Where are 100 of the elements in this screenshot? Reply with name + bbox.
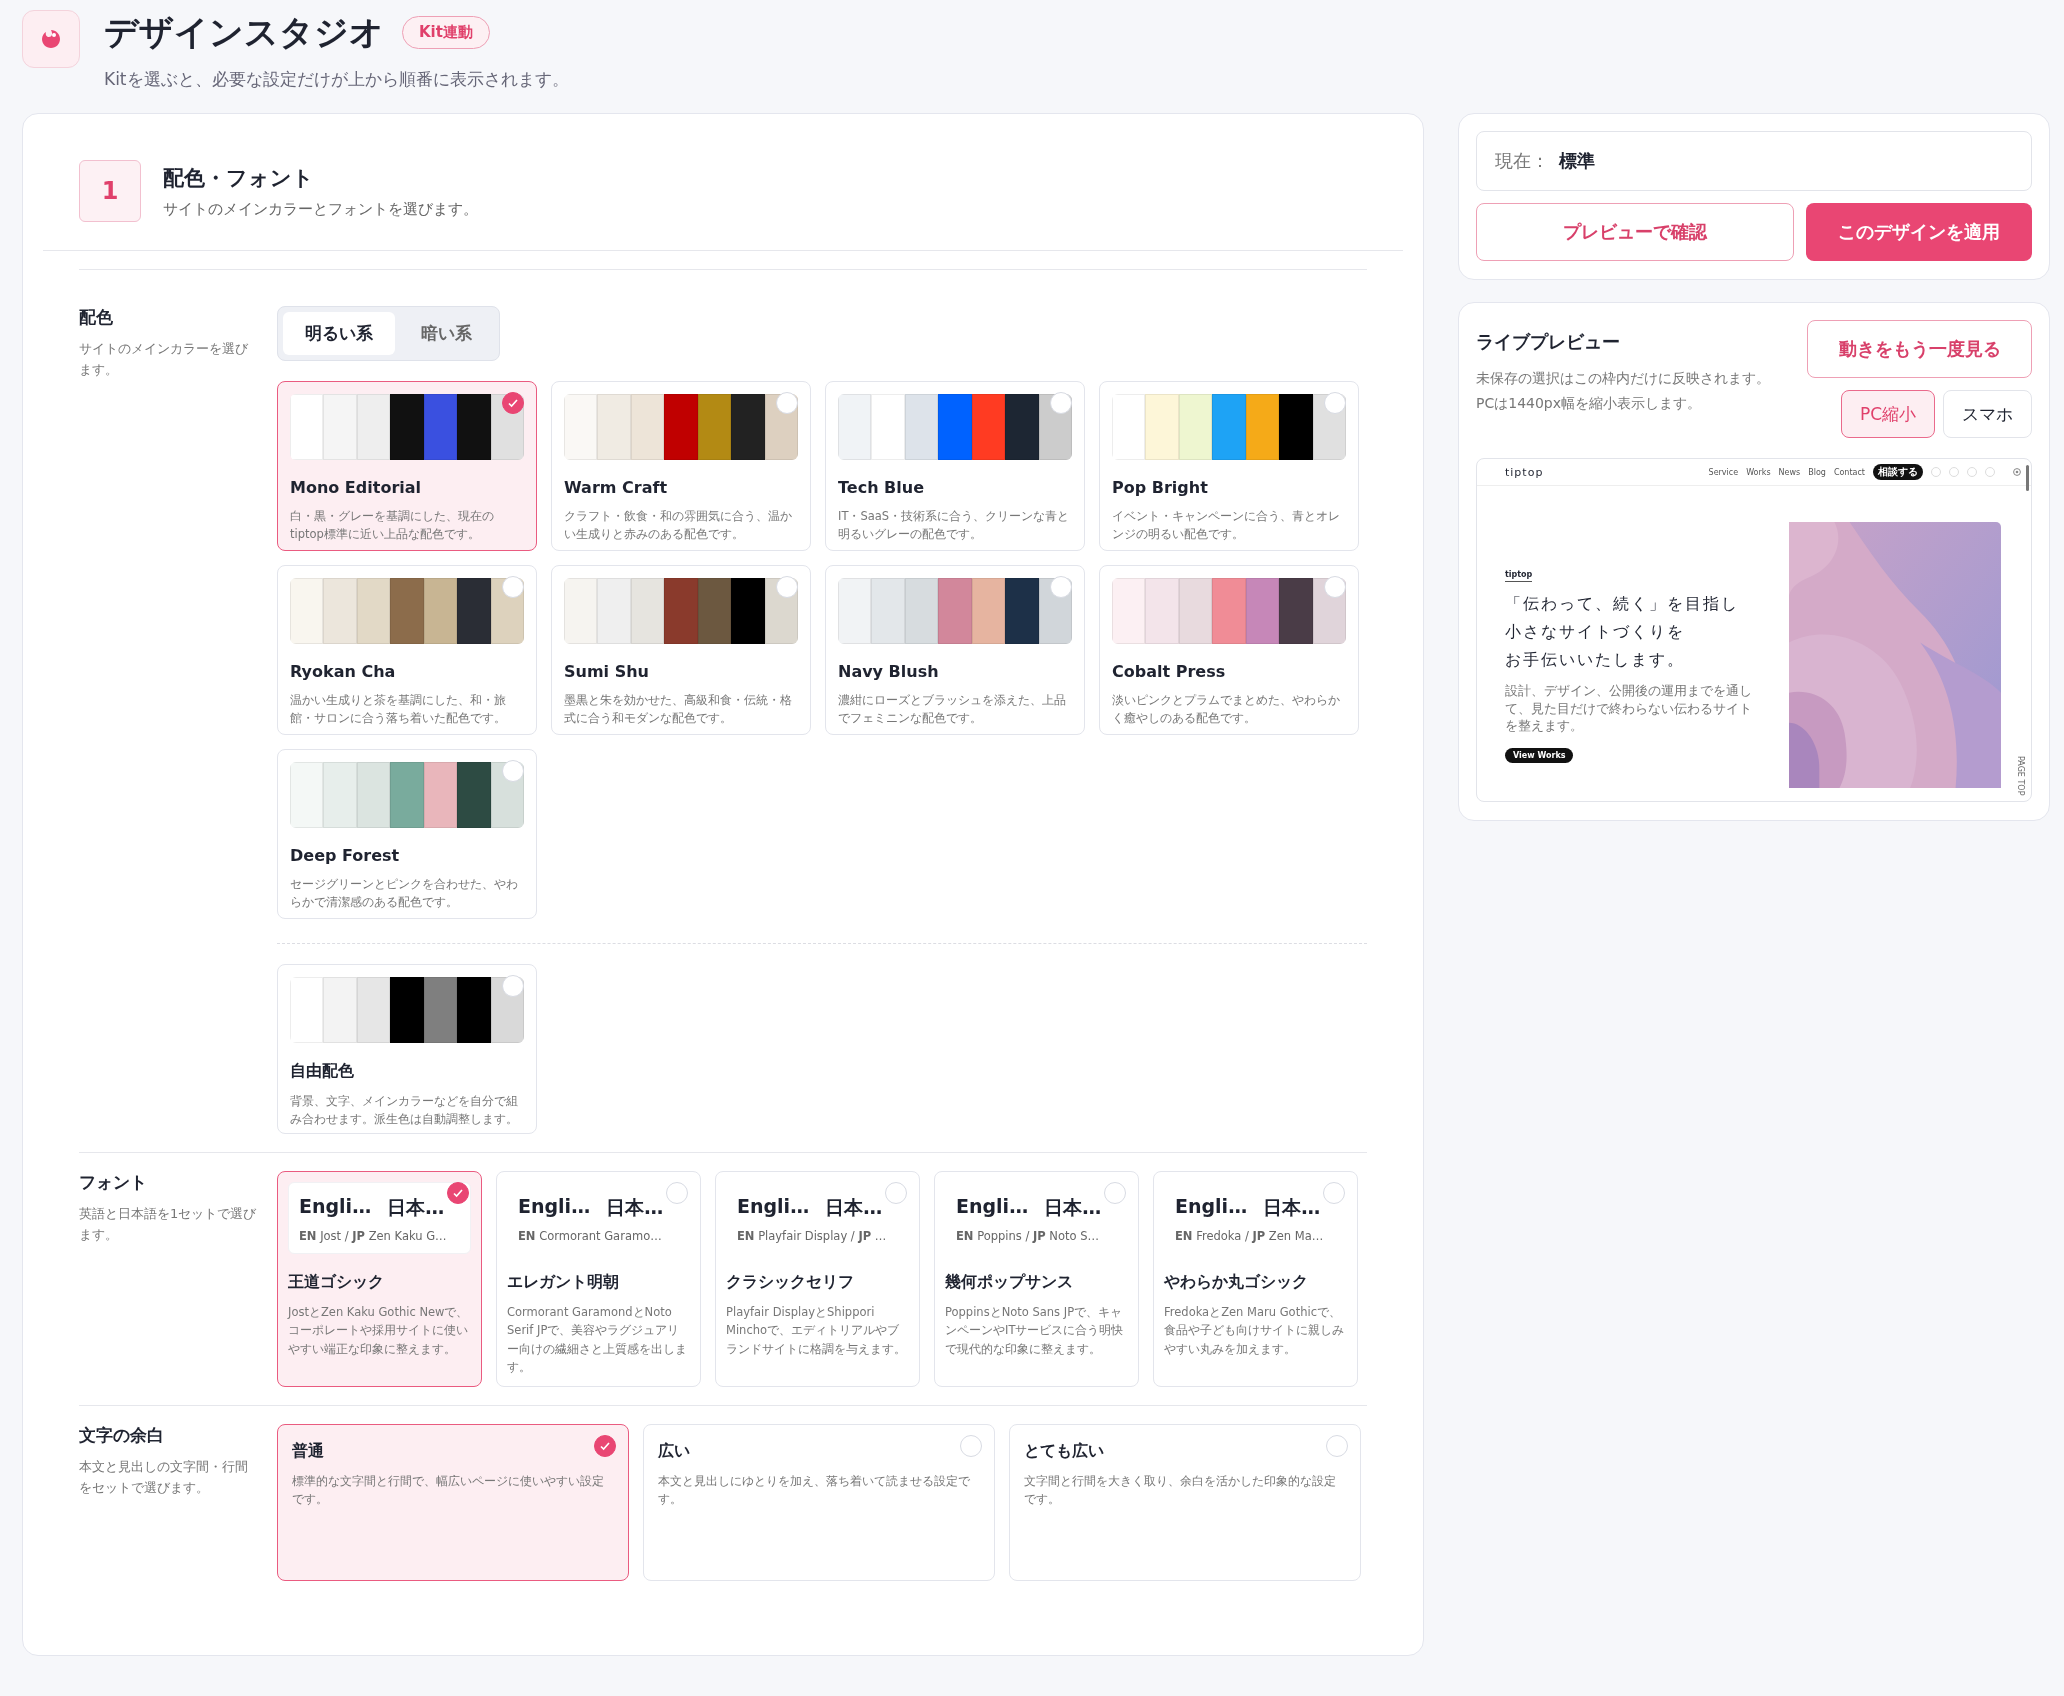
palette-description: 濃紺にローズとブラッシュを添えた、上品でフェミニンな配色です。 — [838, 692, 1067, 728]
font-spec: EN Playfair Display / JP … — [737, 1229, 888, 1243]
section-label: 配色 — [79, 306, 114, 329]
section-description: サイトのメインカラーを選びます。 — [79, 340, 249, 379]
step-number: 1 — [79, 160, 141, 222]
app-logo-icon — [22, 10, 80, 68]
spacing-card[interactable]: 普通 標準的な文字間と行間で、幅広いページに使いやすい設定です。 — [277, 1424, 629, 1581]
site-button[interactable]: View Works — [1505, 747, 1574, 763]
section-description: 英語と日本語を1セットで選びます。 — [79, 1205, 258, 1244]
preview-button[interactable]: プレビューで確認 — [1476, 203, 1794, 261]
palette-description: イベント・キャンペーンに合う、青とオレンジの明るい配色です。 — [1112, 508, 1341, 544]
site-body-text: 設計、デザイン、公開後の運用までを通して、見た目だけで終わらない伝わるサイトを整えます。 — [1505, 682, 1753, 735]
palette-name: Ryokan Cha — [290, 662, 397, 681]
spacing-name: とても広い — [1024, 1441, 1105, 1462]
palette-description: 白・黒・グレーを基調にした、現在のtiptop標準に近い上品な配色です。 — [290, 508, 495, 544]
site-eyebrow: tiptop — [1505, 570, 1533, 582]
font-spec: EN Fredoka / JP Zen Ma… — [1175, 1229, 1325, 1243]
palette-name: Sumi Shu — [564, 662, 650, 681]
font-set-description: FredokaとZen Maru Gothicで、食品や子ども向けサイトに親しみやすい丸みを加えます。 — [1164, 1304, 1345, 1358]
palette-description: 淡いピンクとプラムでまとめた、やわらかく癒やしのある配色です。 — [1112, 692, 1341, 728]
font-card[interactable]: Engli… 日本… EN Fredoka / JP Zen Ma… やわらか丸ゴシック FredokaとZen Maru Gothicで、食品や子ども向けサイトに親しみやすい丸みを加えます。 — [1153, 1171, 1358, 1387]
step-title: 配色・フォント — [163, 164, 315, 192]
font-set-description: JostとZen Kaku Gothic Newで、コーポレートや採用サイトに使いやすい端正な印象に整えます。 — [288, 1304, 470, 1358]
spacing-card[interactable]: 広い 本文と見出しにゆとりを加え、落ち着いて読ませる設定です。 — [643, 1424, 995, 1581]
font-set-description: PoppinsとNoto Sans JPで、キャンペーンやITサービスに合う明快で現代的な印象に整えます。 — [945, 1304, 1125, 1358]
palette-name: Cobalt Press — [1112, 662, 1227, 681]
palette-card[interactable]: 自由配色 背景、文字、メインカラーなどを自分で組み合わせます。派生色は自動調整します。 — [277, 964, 537, 1134]
english-sample: Engli… — [1175, 1195, 1248, 1219]
palette-name: Tech Blue — [838, 478, 925, 497]
page-top-link[interactable]: PAGE TOP — [2016, 755, 2025, 795]
palette-card[interactable]: Warm Craft クラフト・飲食・和の雰囲気に合う、温かい生成りと赤みのある配色です。 — [551, 381, 811, 551]
font-set-name: 王道ゴシック — [288, 1272, 385, 1293]
palette-name: Pop Bright — [1112, 478, 1209, 497]
font-set-description: Playfair DisplayとShippori Minchoで、エディトリアルやブランドサイトに格調を与えます。 — [726, 1304, 907, 1358]
spacing-card[interactable]: とても広い 文字間と行間を大きく取り、余白を活かした印象的な設定です。 — [1009, 1424, 1361, 1581]
palette-name: 自由配色 — [290, 1061, 355, 1082]
tone-tab[interactable]: 明るい系 — [283, 312, 395, 355]
palette-description: 背景、文字、メインカラーなどを自分で組み合わせます。派生色は自動調整します。 — [290, 1093, 519, 1129]
section-description: 本文と見出しの文字間・行間をセットで選びます。 — [79, 1458, 249, 1497]
page-subtitle: Kitを選ぶと、必要な設定だけが上から順番に表示されます。 — [104, 68, 569, 91]
font-card[interactable]: Engli… 日本… EN Poppins / JP Noto S… 幾何ポップサンス PoppinsとNoto Sans JPで、キャンペーンやITサービスに合う明快で現代的な印象に整えます。 — [934, 1171, 1139, 1387]
spacing-name: 広い — [658, 1441, 691, 1462]
settings-icon[interactable] — [2013, 468, 2021, 476]
spacing-name: 普通 — [292, 1441, 325, 1462]
site-cta-button[interactable]: 相談する — [1873, 464, 1923, 480]
font-card[interactable]: Engli… 日本… EN Jost / JP Zen Kaku G… 王道ゴシック JostとZen Kaku Gothic Newで、コーポレートや採用サイトに使いやすい端正な印象に整えます。 — [277, 1171, 482, 1387]
font-set-name: エレガント明朝 — [507, 1272, 620, 1293]
site-nav-link[interactable]: Blog — [1808, 467, 1826, 477]
view-toggle[interactable]: PC縮小 — [1840, 390, 1935, 438]
palette-card[interactable]: Mono Editorial 白・黒・グレーを基調にした、現在のtiptop標準に近い上品な配色です。 — [277, 381, 537, 551]
scrollbar-thumb[interactable] — [2026, 465, 2029, 491]
tone-tab[interactable]: 暗い系 — [399, 312, 494, 355]
palette-name: Navy Blush — [838, 662, 940, 681]
font-card[interactable]: Engli… 日本… EN Cormorant Garamo… エレガント明朝 Cormorant GaramondとNoto Serif JPで、美容やラグジュアリー向けの繊細さと上質感を出します。 — [496, 1171, 701, 1387]
english-sample: Engli… — [737, 1195, 810, 1219]
palette-description: セージグリーンとピンクを合わせた、やわらかで清潔感のある配色です。 — [290, 876, 519, 912]
japanese-sample: 日本… — [606, 1195, 664, 1220]
font-set-name: 幾何ポップサンス — [945, 1272, 1074, 1293]
palette-card[interactable]: Ryokan Cha 温かい生成りと茶を基調にした、和・旅館・サロンに合う落ち着いた配色です。 — [277, 565, 537, 735]
page-title: デザインスタジオ — [104, 11, 384, 54]
font-set-name: クラシックセリフ — [726, 1272, 855, 1293]
spacing-description: 標準的な文字間と行間で、幅広いページに使いやすい設定です。 — [292, 1473, 605, 1509]
font-spec: EN Jost / JP Zen Kaku G… — [299, 1229, 448, 1243]
live-preview-title: ライブプレビュー — [1476, 330, 1621, 354]
palette-card[interactable]: Navy Blush 濃紺にローズとブラッシュを添えた、上品でフェミニンな配色です。 — [825, 565, 1085, 735]
palette-card[interactable]: Deep Forest セージグリーンとピンクを合わせた、やわらかで清潔感のある配色です。 — [277, 749, 537, 919]
palette-description: IT・SaaS・技術系に合う、クリーンな青と明るいグレーの配色です。 — [838, 508, 1071, 544]
view-toggle[interactable]: スマホ — [1943, 390, 2032, 438]
live-preview-description: 未保存の選択はこの枠内だけに反映されます。PCは1440px幅を縮小表示します。 — [1476, 369, 1771, 414]
palette-card[interactable]: Tech Blue IT・SaaS・技術系に合う、クリーンな青と明るいグレーの配色です。 — [825, 381, 1085, 551]
font-set-description: Cormorant GaramondとNoto Serif JPで、美容やラグジュアリー向けの繊細さと上質感を出します。 — [507, 1304, 688, 1377]
font-set-name: やわらか丸ゴシック — [1164, 1272, 1309, 1293]
site-headline: 「伝わって、続く」を目指し 小さなサイトづくりを お手伝いいたします。 — [1505, 593, 1740, 671]
site-nav-link[interactable]: Service — [1708, 467, 1739, 477]
site-nav-link[interactable]: Contact — [1833, 467, 1865, 477]
japanese-sample: 日本… — [1263, 1195, 1321, 1220]
current-label: 現在： — [1495, 149, 1549, 173]
apply-button[interactable]: このデザインを適用 — [1805, 203, 2032, 261]
font-card[interactable]: Engli… 日本… EN Playfair Display / JP … クラシックセリフ Playfair DisplayとShippori Minchoで、エディトリアルやブランドサイトに格調を与えます。 — [715, 1171, 920, 1387]
palette-name: Mono Editorial — [290, 478, 423, 497]
japanese-sample: 日本… — [387, 1195, 445, 1220]
palette-description: 温かい生成りと茶を基調にした、和・旅館・サロンに合う落ち着いた配色です。 — [290, 692, 507, 728]
site-logo: tiptop — [1505, 465, 1544, 479]
site-nav-link[interactable]: News — [1778, 467, 1801, 477]
palette-card[interactable]: Cobalt Press 淡いピンクとプラムでまとめた、やわらかく癒やしのある配色です。 — [1099, 565, 1359, 735]
palette-description: 墨黒と朱を効かせた、高級和食・伝統・格式に合う和モダンな配色です。 — [564, 692, 793, 728]
japanese-sample: 日本… — [1044, 1195, 1102, 1220]
palette-card[interactable]: Sumi Shu 墨黒と朱を効かせた、高級和食・伝統・格式に合う和モダンな配色です。 — [551, 565, 811, 735]
section-label: フォント — [79, 1171, 148, 1194]
palette-name: Deep Forest — [290, 846, 401, 865]
spacing-description: 文字間と行間を大きく取り、余白を活かした印象的な設定です。 — [1024, 1473, 1337, 1509]
font-spec: EN Cormorant Garamo… — [518, 1229, 663, 1243]
palette-card[interactable]: Pop Bright イベント・キャンペーンに合う、青とオレンジの明るい配色です。 — [1099, 381, 1359, 551]
spacing-description: 本文と見出しにゆとりを加え、落ち着いて読ませる設定です。 — [658, 1473, 971, 1509]
replay-button[interactable]: 動きをもう一度見る — [1807, 320, 2032, 378]
english-sample: Engli… — [956, 1195, 1029, 1219]
section-label: 文字の余白 — [79, 1424, 165, 1447]
palette-description: クラフト・飲食・和の雰囲気に合う、温かい生成りと赤みのある配色です。 — [564, 508, 793, 544]
english-sample: Engli… — [299, 1195, 372, 1219]
site-nav-link[interactable]: Works — [1746, 467, 1771, 477]
